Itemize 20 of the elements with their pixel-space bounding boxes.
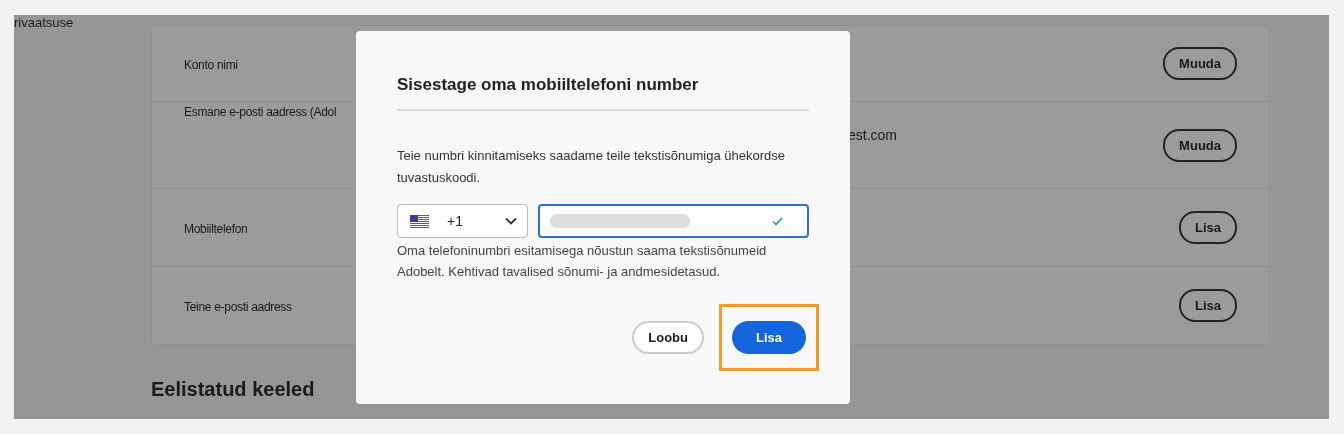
section-title: Eelistatud keeled [151,378,315,401]
row-label: Konto nimi [184,57,238,72]
dialog-title: Sisestage oma mobiiltelefoni number [397,75,700,95]
row-label: Mobiiltelefon [184,221,248,236]
flag-icon [410,214,429,228]
row-label: Teine e-posti aadress [184,299,292,314]
add-button[interactable]: Lisa [732,321,806,354]
cancel-button[interactable]: Loobu [632,321,704,354]
breadcrumb-text: rivaatsuse [14,15,74,30]
consent-text: Oma telefoninumbri esitamisega nõustun saama tekstisõnumeid Adobelt. Kehtivad tavalised sõnumi- ja andmesidetasud. [397,242,768,281]
row-action-button[interactable]: Muuda [1163,129,1237,162]
dialog-description: Teie numbri kinnitamiseks saadame teile tekstisõnumiga ühekordse tuvastuskoodi. [397,147,787,187]
row-action-button[interactable]: Muuda [1163,47,1237,80]
row-value: est.com [848,127,897,143]
chevron-down-icon [505,217,517,225]
phone-number-field[interactable] [538,204,809,238]
row-action-button[interactable]: Lisa [1179,289,1237,322]
country-code-select[interactable]: +1 [397,204,528,238]
row-action-button[interactable]: Lisa [1179,211,1237,244]
row-label: Esmane e-posti aadress (Adol [184,105,337,119]
